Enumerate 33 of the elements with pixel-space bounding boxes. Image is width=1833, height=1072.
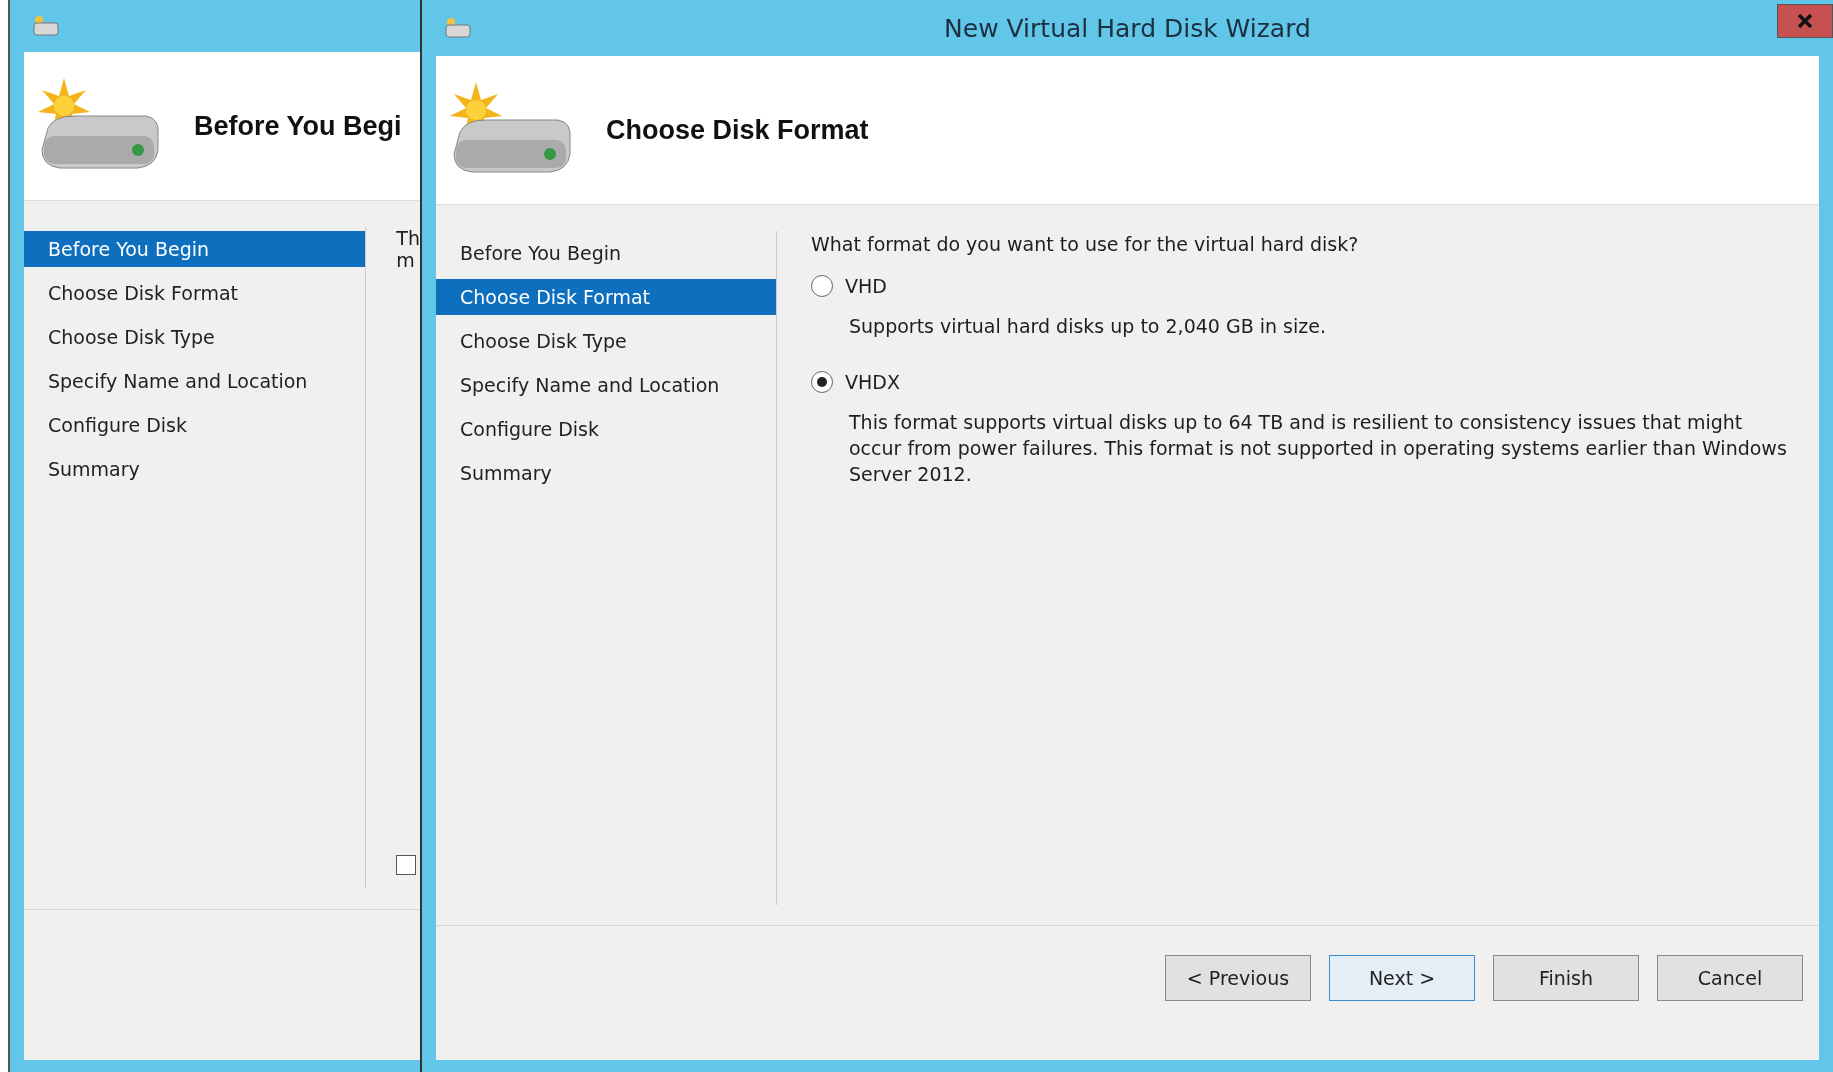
- disk-icon: [444, 17, 472, 39]
- option-label[interactable]: VHDX: [845, 371, 900, 393]
- page-heading: Before You Begi: [194, 110, 402, 142]
- wizard-step[interactable]: Configure Disk: [24, 403, 366, 447]
- radio-button[interactable]: [811, 371, 833, 393]
- radio-button[interactable]: [811, 275, 833, 297]
- wizard-step[interactable]: Before You Begin: [436, 231, 776, 275]
- wizard-step[interactable]: Choose Disk Type: [24, 315, 366, 359]
- wizard-step[interactable]: Choose Disk Type: [436, 319, 776, 363]
- wizard-button[interactable]: < Previous: [1165, 955, 1311, 1001]
- option-description: Supports virtual hard disks up to 2,040 GB in size.: [848, 314, 1327, 339]
- disk-icon: [32, 15, 60, 37]
- wizard-step[interactable]: Specify Name and Location: [24, 359, 366, 403]
- wizard-step[interactable]: Choose Disk Format: [436, 279, 776, 315]
- window-title: New Virtual Hard Disk Wizard: [944, 13, 1311, 43]
- wizard-step[interactable]: Specify Name and Location: [436, 363, 776, 407]
- close-icon: [1797, 13, 1813, 29]
- option-label[interactable]: VHD: [845, 275, 887, 297]
- wizard-step[interactable]: Choose Disk Format: [24, 271, 366, 315]
- page-heading: Choose Disk Format: [606, 114, 869, 146]
- checkbox[interactable]: [396, 855, 417, 875]
- text-fragment: m: [396, 249, 416, 271]
- wizard-step[interactable]: Before You Begin: [24, 231, 366, 267]
- wizard-step[interactable]: Configure Disk: [436, 407, 776, 451]
- question-text: What format do you want to use for the virtual hard disk?: [811, 232, 1360, 255]
- wizard-button[interactable]: Cancel: [1657, 955, 1803, 1001]
- wizard-button[interactable]: Finish: [1493, 955, 1639, 1001]
- wizard-button[interactable]: Next >: [1329, 955, 1475, 1001]
- wizard-step[interactable]: Summary: [24, 447, 366, 491]
- text-fragment: Th: [396, 227, 420, 249]
- option-description: This format supports virtual disks up to 64 TB and is resilient to consistency issues that might occur from power failures. This format is not supported in operating systems earlier than Windows Server 2012.: [848, 410, 1788, 487]
- close-button[interactable]: [1777, 4, 1833, 38]
- wizard-step[interactable]: Summary: [436, 451, 776, 495]
